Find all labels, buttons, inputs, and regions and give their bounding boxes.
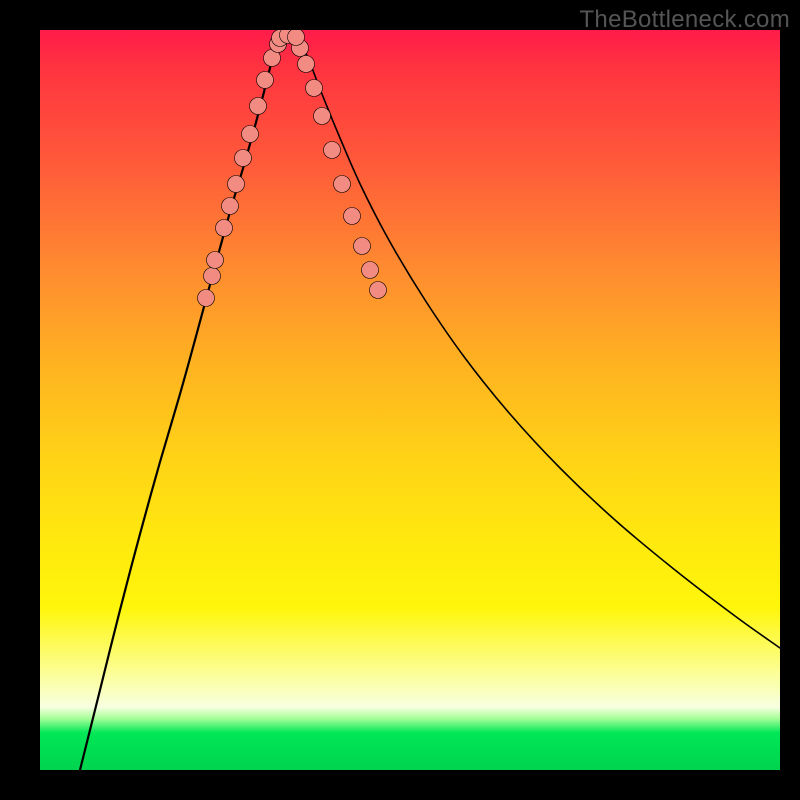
data-dot	[306, 80, 323, 97]
data-dot	[324, 142, 341, 159]
data-dot	[334, 176, 351, 193]
data-dot	[362, 262, 379, 279]
dots-right	[292, 40, 387, 299]
data-dot	[207, 252, 224, 269]
data-dot	[298, 56, 315, 73]
curve-right-arm	[298, 38, 780, 648]
data-dot	[250, 98, 267, 115]
chart-svg	[40, 30, 780, 770]
data-dot	[314, 108, 331, 125]
dots-trough	[272, 30, 305, 47]
data-dot	[370, 282, 387, 299]
data-dot	[222, 198, 239, 215]
data-dot	[242, 126, 259, 143]
data-dot	[228, 176, 245, 193]
data-dot	[354, 238, 371, 255]
data-dot	[204, 268, 221, 285]
curve-left-arm	[80, 38, 278, 770]
data-dot	[344, 208, 361, 225]
data-dot	[235, 150, 252, 167]
data-dot	[257, 72, 274, 89]
chart-frame: TheBottleneck.com	[0, 0, 800, 800]
data-dot	[198, 290, 215, 307]
plot-area	[40, 30, 780, 770]
data-dot	[288, 30, 305, 46]
data-dot	[216, 220, 233, 237]
